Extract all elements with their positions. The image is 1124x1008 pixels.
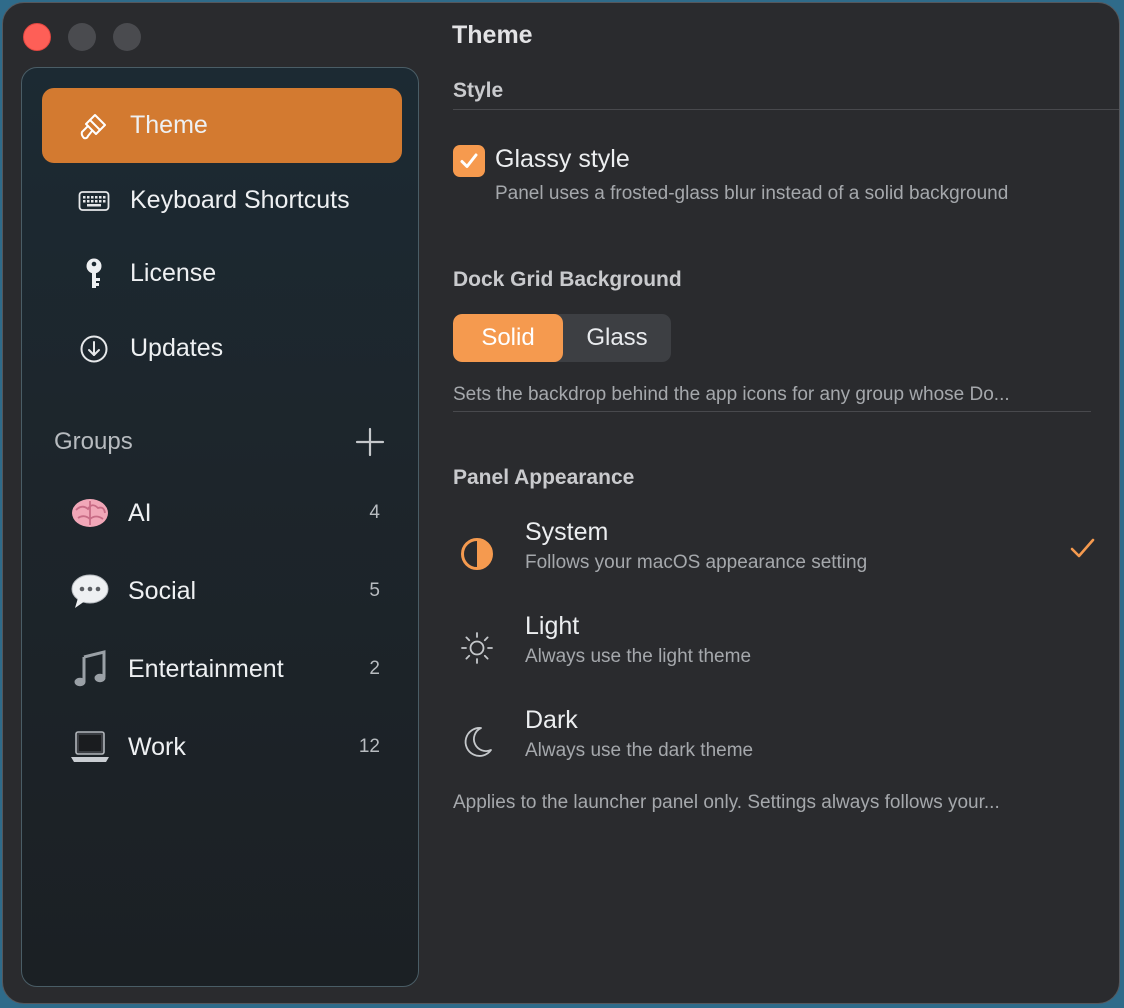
sidebar: Theme Keyboard Shortcuts License Updates… bbox=[21, 67, 419, 987]
option-subtitle: Always use the light theme bbox=[525, 646, 752, 667]
checkmark-icon bbox=[460, 153, 478, 168]
keyboard-icon bbox=[78, 185, 110, 217]
group-item-social[interactable]: Social 5 bbox=[70, 566, 380, 616]
sidebar-item-theme[interactable]: Theme bbox=[42, 88, 402, 163]
selected-checkmark-icon bbox=[1067, 534, 1099, 566]
sidebar-item-label: Keyboard Shortcuts bbox=[130, 186, 350, 214]
group-label: Social bbox=[128, 576, 197, 605]
add-group-button[interactable] bbox=[352, 424, 388, 460]
speech-bubble-emoji bbox=[70, 571, 110, 611]
dock-grid-description: Sets the backdrop behind the app icons f… bbox=[453, 384, 1010, 405]
option-subtitle: Follows your macOS appearance setting bbox=[525, 552, 868, 573]
group-label: Work bbox=[128, 732, 186, 761]
laptop-emoji bbox=[70, 727, 110, 767]
paintbrush-icon bbox=[78, 110, 110, 142]
zoom-window-button[interactable] bbox=[113, 23, 141, 51]
appearance-option-system[interactable]: System Follows your macOS appearance set… bbox=[453, 518, 1099, 598]
appearance-option-dark[interactable]: Dark Always use the dark theme bbox=[453, 706, 1099, 786]
minimize-window-button[interactable] bbox=[68, 23, 96, 51]
group-count: 2 bbox=[369, 658, 380, 679]
groups-header: Groups bbox=[54, 428, 133, 455]
group-count: 4 bbox=[369, 502, 380, 523]
appearance-option-light[interactable]: Light Always use the light theme bbox=[453, 612, 1099, 692]
glassy-style-label: Glassy style bbox=[495, 145, 630, 173]
settings-window: Theme Theme Keyboard Shortcuts License U… bbox=[2, 2, 1120, 1004]
plus-icon bbox=[355, 427, 385, 457]
sidebar-item-label: License bbox=[130, 259, 217, 287]
sidebar-item-label: Theme bbox=[130, 111, 208, 139]
style-section-title: Style bbox=[453, 79, 504, 102]
sidebar-item-license[interactable]: License bbox=[42, 236, 402, 311]
brain-emoji bbox=[70, 493, 110, 533]
dock-grid-segmented-control: Solid Glass bbox=[453, 314, 671, 362]
style-divider bbox=[453, 109, 1119, 110]
download-circle-icon bbox=[78, 333, 110, 365]
group-label: Entertainment bbox=[128, 654, 284, 683]
panel-appearance-title: Panel Appearance bbox=[453, 466, 635, 489]
dock-grid-divider bbox=[453, 411, 1091, 412]
option-title: Dark bbox=[525, 706, 578, 734]
panel-appearance-footnote: Applies to the launcher panel only. Sett… bbox=[453, 792, 1000, 813]
group-label: AI bbox=[128, 498, 152, 527]
option-title: System bbox=[525, 518, 609, 546]
group-item-ai[interactable]: AI 4 bbox=[70, 488, 380, 538]
main-content: Style Glassy style Panel uses a frosted-… bbox=[419, 3, 1119, 1003]
glassy-style-checkbox[interactable] bbox=[453, 145, 485, 177]
sidebar-item-keyboard-shortcuts[interactable]: Keyboard Shortcuts bbox=[42, 163, 402, 238]
group-item-work[interactable]: Work 12 bbox=[70, 722, 380, 772]
group-item-entertainment[interactable]: Entertainment 2 bbox=[70, 644, 380, 694]
segment-glass[interactable]: Glass bbox=[563, 314, 671, 362]
key-icon bbox=[78, 258, 110, 290]
half-circle-icon bbox=[457, 534, 497, 574]
group-count: 5 bbox=[369, 580, 380, 601]
sidebar-item-updates[interactable]: Updates bbox=[42, 311, 402, 386]
glassy-style-description: Panel uses a frosted-glass blur instead … bbox=[495, 183, 1009, 204]
segment-solid[interactable]: Solid bbox=[453, 314, 563, 362]
dock-grid-title: Dock Grid Background bbox=[453, 268, 682, 291]
option-subtitle: Always use the dark theme bbox=[525, 740, 754, 761]
option-title: Light bbox=[525, 612, 580, 640]
group-count: 12 bbox=[358, 736, 380, 757]
sidebar-item-label: Updates bbox=[130, 334, 224, 362]
sun-icon bbox=[457, 628, 497, 668]
music-notes-emoji bbox=[70, 649, 110, 689]
close-window-button[interactable] bbox=[23, 23, 51, 51]
moon-icon bbox=[457, 722, 497, 762]
